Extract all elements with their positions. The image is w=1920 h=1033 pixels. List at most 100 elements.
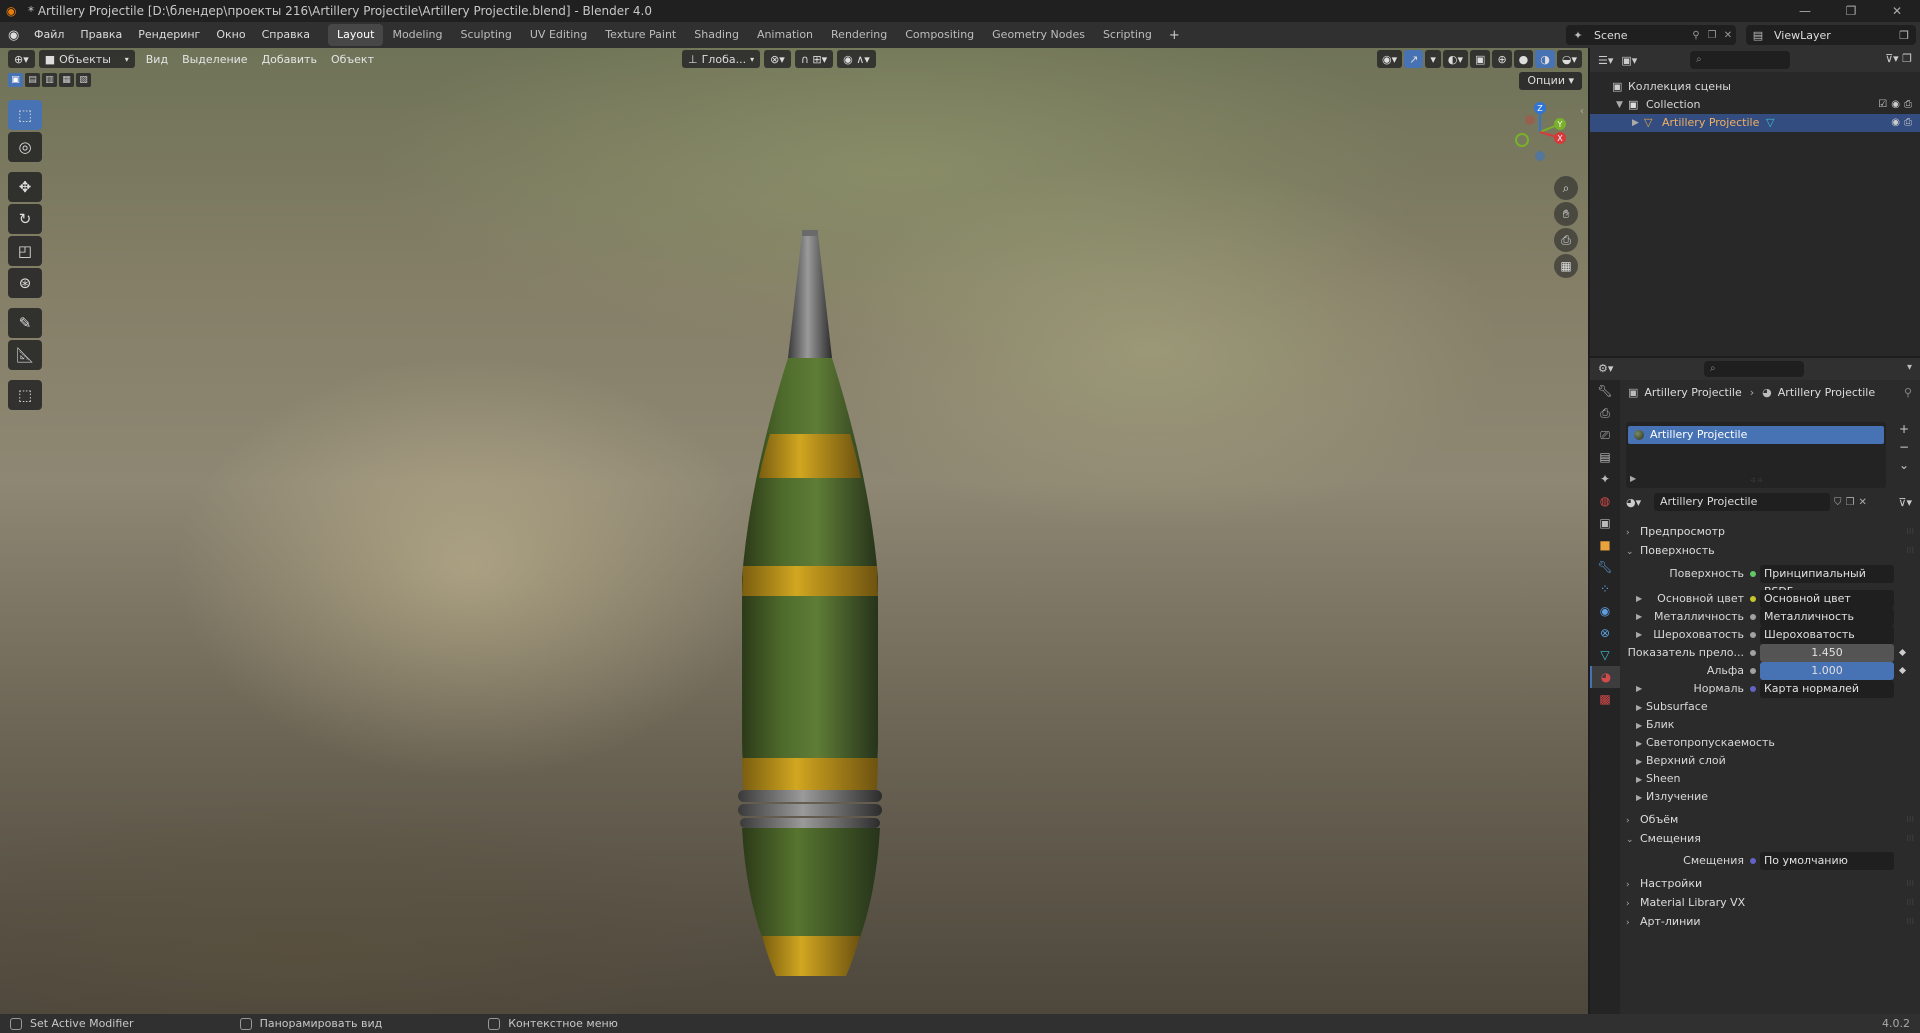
select-invert-icon[interactable]: ▦: [59, 73, 74, 87]
drag-grip-icon[interactable]: ⁝⁝⁝: [1906, 893, 1914, 913]
perspective-grid-icon[interactable]: ▦: [1554, 254, 1578, 278]
metallic-field[interactable]: Металличность: [1760, 608, 1894, 626]
expand-arrow-icon[interactable]: ▶: [1630, 474, 1636, 483]
subpanel-sheen[interactable]: ▶ Sheen: [1626, 770, 1916, 788]
material-browse-icon[interactable]: ◕▾: [1626, 496, 1654, 509]
outliner-collection[interactable]: ▼ ▣ Collection ☑◉⎙: [1590, 96, 1920, 114]
outliner-search-input[interactable]: ⌕: [1690, 51, 1790, 69]
tab-modeling[interactable]: Modeling: [383, 24, 451, 46]
panel-settings[interactable]: › Настройки ⁝⁝⁝: [1626, 874, 1916, 894]
select-subtract-icon[interactable]: ▥: [42, 73, 57, 87]
artillery-projectile-model[interactable]: [720, 178, 900, 828]
tab-physics[interactable]: ◉: [1590, 600, 1620, 622]
tab-rendering[interactable]: Rendering: [822, 24, 896, 46]
3d-viewport[interactable]: ⊕▾ ■ Объекты ▾ Вид Выделение Добавить Об…: [0, 48, 1588, 1014]
displacement-field[interactable]: По умолчанию: [1760, 852, 1894, 870]
panel-surface[interactable]: ⌄ Поверхность ⁝⁝⁝: [1626, 541, 1916, 561]
duplicate-material-icon[interactable]: ❐: [1846, 497, 1855, 508]
tab-particles[interactable]: ⁘: [1590, 578, 1620, 600]
unlink-material-icon[interactable]: ✕: [1858, 497, 1866, 508]
outliner-object-row[interactable]: ▶ ▽ Artillery Projectile ▽ ◉⎙: [1590, 114, 1920, 132]
subpanel-coat[interactable]: ▶ Верхний слой: [1626, 752, 1916, 770]
drag-grip-icon[interactable]: ⁝⁝⁝: [1906, 810, 1914, 830]
gizmo-dropdown[interactable]: ▾: [1425, 50, 1441, 68]
link-filter-icon[interactable]: ⊽▾: [1898, 496, 1912, 509]
rotate-tool[interactable]: ↻: [8, 204, 42, 234]
snap-button[interactable]: ∩ ⊞▾: [794, 50, 834, 68]
tab-texture[interactable]: ▩: [1590, 688, 1620, 710]
orientation-selector[interactable]: ⊥ Глоба... ▾: [682, 50, 761, 68]
move-tool[interactable]: ✥: [8, 172, 42, 202]
pivot-point-button[interactable]: ⊗▾: [764, 50, 791, 68]
properties-search-input[interactable]: ⌕: [1704, 361, 1804, 377]
annotate-tool[interactable]: ✎: [8, 308, 42, 338]
tab-material[interactable]: ◕: [1590, 666, 1620, 688]
menu-file[interactable]: Файл: [26, 22, 72, 48]
mode-selector[interactable]: ■ Объекты ▾: [38, 50, 135, 68]
tab-world[interactable]: ◍: [1590, 490, 1620, 512]
tab-texture-paint[interactable]: Texture Paint: [596, 24, 685, 46]
tab-layout[interactable]: Layout: [328, 24, 384, 46]
alpha-slider[interactable]: 1.000: [1760, 662, 1894, 680]
add-cube-tool[interactable]: ⬚: [8, 380, 42, 410]
keyframe-icon[interactable]: [1898, 666, 1907, 675]
tab-compositing[interactable]: Compositing: [896, 24, 983, 46]
maximize-button[interactable]: ❐: [1828, 0, 1874, 22]
tab-shading[interactable]: Shading: [685, 24, 748, 46]
panel-displacement[interactable]: ⌄ Смещения ⁝⁝⁝: [1626, 829, 1916, 849]
neg-y-axis-handle[interactable]: [1515, 133, 1529, 147]
panel-volume[interactable]: › Объём ⁝⁝⁝: [1626, 810, 1916, 830]
resize-grip-icon[interactable]: ⁘⁘: [1750, 476, 1763, 485]
menu-render[interactable]: Рендеринг: [130, 22, 208, 48]
mesh-data-icon[interactable]: ▽: [1766, 114, 1774, 132]
proportional-edit-button[interactable]: ◉ ∧▾: [837, 50, 876, 68]
chevron-down-icon[interactable]: ▾: [1907, 362, 1912, 373]
pin-icon[interactable]: ⚲: [1904, 386, 1912, 399]
pin-icon[interactable]: ⚲: [1688, 30, 1704, 41]
camera-icon[interactable]: ⎙: [1554, 228, 1578, 252]
normal-field[interactable]: Карта нормалей: [1760, 680, 1894, 698]
tab-sculpting[interactable]: Sculpting: [452, 24, 521, 46]
panel-line-art[interactable]: › Арт-линии ⁝⁝⁝: [1626, 912, 1916, 932]
close-button[interactable]: ✕: [1874, 0, 1920, 22]
tab-uv-editing[interactable]: UV Editing: [521, 24, 596, 46]
transform-tool[interactable]: ⊛: [8, 268, 42, 298]
panel-material-library[interactable]: › Material Library VX ⁝⁝⁝: [1626, 893, 1916, 913]
menu-view[interactable]: Вид: [139, 53, 175, 66]
subpanel-transmission[interactable]: ▶ Светопропускаемость: [1626, 734, 1916, 752]
overlay-toggle[interactable]: ◐▾: [1442, 50, 1469, 68]
menu-add[interactable]: Добавить: [255, 53, 324, 66]
add-workspace-button[interactable]: +: [1161, 28, 1188, 43]
pan-hand-icon[interactable]: ✋︎: [1554, 202, 1578, 226]
expand-arrow-icon[interactable]: ▼: [1616, 96, 1623, 114]
shading-material[interactable]: ◑: [1535, 50, 1555, 68]
tab-data[interactable]: ▽: [1590, 644, 1620, 666]
menu-edit[interactable]: Правка: [72, 22, 130, 48]
roughness-field[interactable]: Шероховатость: [1760, 626, 1894, 644]
select-box-tool[interactable]: ⬚: [8, 100, 42, 130]
viewlayer-selector[interactable]: ▤ ViewLayer ❐: [1746, 25, 1916, 45]
visibility-button[interactable]: ◉▾: [1377, 50, 1403, 68]
select-intersect-icon[interactable]: ▧: [76, 73, 91, 87]
neg-x-axis-handle[interactable]: [1525, 115, 1535, 125]
expand-arrow-icon[interactable]: ▶: [1636, 590, 1642, 608]
material-name-field[interactable]: Artillery Projectile: [1654, 493, 1830, 511]
surface-shader-field[interactable]: Принципиальный BSDF: [1760, 565, 1894, 598]
material-slot-item[interactable]: Artillery Projectile: [1628, 426, 1884, 444]
properties-editor-icon[interactable]: ⚙▾: [1598, 362, 1613, 375]
shading-wireframe[interactable]: ⊕: [1492, 50, 1512, 68]
sidebar-toggle-icon[interactable]: ‹: [1580, 106, 1584, 117]
collection-toggles[interactable]: ☑◉⎙: [1878, 96, 1916, 114]
keyframe-icon[interactable]: [1898, 648, 1907, 657]
gizmo-toggle[interactable]: ↗: [1404, 50, 1424, 68]
scale-tool[interactable]: ◰: [8, 236, 42, 266]
tab-animation[interactable]: Animation: [748, 24, 822, 46]
expand-arrow-icon[interactable]: ▶: [1636, 608, 1642, 626]
ior-field[interactable]: 1.450: [1760, 644, 1894, 662]
tab-object[interactable]: ■: [1590, 534, 1620, 556]
tab-geometry-nodes[interactable]: Geometry Nodes: [983, 24, 1094, 46]
tab-modifiers[interactable]: 🔧︎: [1590, 556, 1620, 578]
xray-toggle[interactable]: ▣: [1470, 50, 1491, 68]
filter-icon[interactable]: ⊽▾ ❐: [1885, 52, 1912, 65]
menu-help[interactable]: Справка: [254, 22, 318, 48]
